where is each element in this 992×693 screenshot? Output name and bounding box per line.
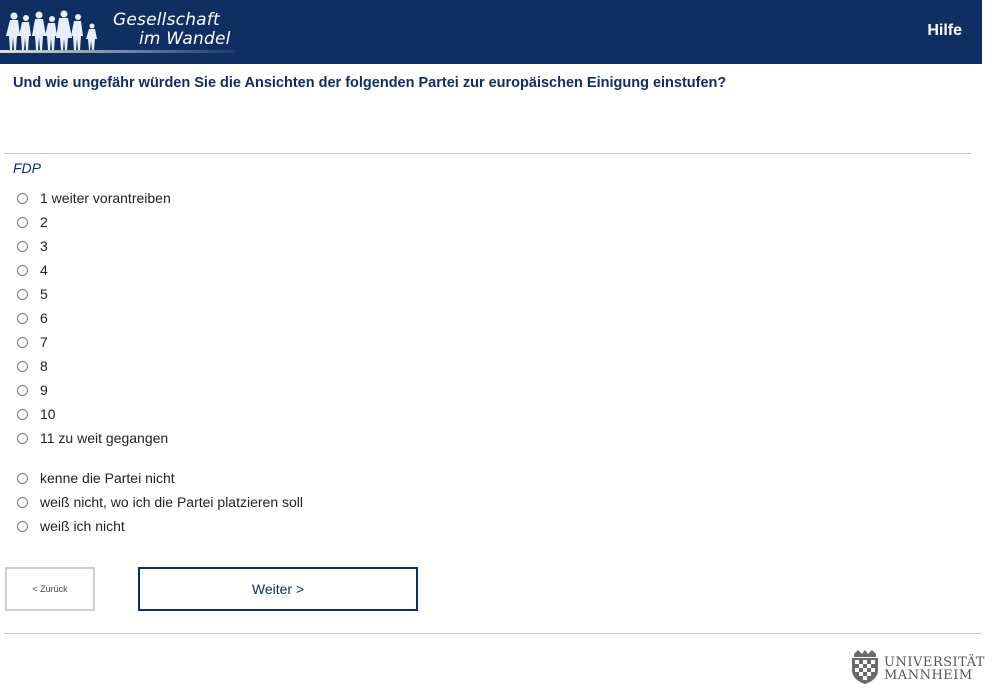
option-5[interactable]: 5	[17, 284, 48, 304]
option-9[interactable]: 9	[17, 380, 48, 400]
radio-button[interactable]	[17, 240, 28, 252]
gesellschaft-im-wandel-logo: Gesellschaft im Wandel	[0, 0, 240, 64]
option-label: kenne die Partei nicht	[40, 470, 175, 486]
option-label: weiß nicht, wo ich die Partei platzieren…	[40, 494, 304, 510]
option-label: 1 weiter vorantreiben	[40, 190, 171, 206]
next-button[interactable]: Weiter >	[138, 567, 418, 611]
radio-button[interactable]	[17, 408, 28, 420]
option-label: 6	[40, 310, 48, 326]
logo-title-line1: Gesellschaft	[113, 10, 220, 30]
option-dont-know[interactable]: weiß ich nicht	[17, 516, 125, 536]
option-6[interactable]: 6	[17, 308, 48, 328]
option-label: 11 zu weit gegangen	[40, 430, 169, 446]
option-2[interactable]: 2	[17, 212, 48, 232]
radio-button[interactable]	[17, 472, 28, 484]
option-7[interactable]: 7	[17, 332, 48, 352]
radio-button[interactable]	[17, 360, 28, 372]
option-8[interactable]: 8	[17, 356, 48, 376]
radio-button[interactable]	[17, 496, 28, 508]
option-label: 10	[40, 406, 56, 422]
footer-divider	[4, 633, 981, 634]
option-4[interactable]: 4	[17, 260, 48, 280]
radio-button[interactable]	[17, 432, 28, 444]
radio-button[interactable]	[17, 264, 28, 276]
option-cannot-place[interactable]: weiß nicht, wo ich die Partei platzieren…	[17, 492, 303, 512]
option-label: 9	[40, 382, 48, 398]
option-label: 3	[40, 238, 48, 254]
radio-button[interactable]	[17, 384, 28, 396]
radio-button[interactable]	[17, 336, 28, 348]
university-crest-icon	[852, 650, 878, 684]
university-mannheim-logo: UNIVERSITÄT MANNHEIM	[848, 648, 984, 688]
header-bar: Gesellschaft im Wandel Hilfe	[0, 0, 982, 64]
university-name-line2: MANNHEIM	[884, 668, 973, 683]
option-unknown-party[interactable]: kenne die Partei nicht	[17, 468, 175, 488]
option-3[interactable]: 3	[17, 236, 48, 256]
option-label: 7	[40, 334, 48, 350]
radio-button[interactable]	[17, 192, 28, 204]
option-10[interactable]: 10	[17, 404, 56, 424]
option-label: 2	[40, 214, 48, 230]
option-label: 5	[40, 286, 48, 302]
radio-button[interactable]	[17, 288, 28, 300]
radio-button[interactable]	[17, 520, 28, 532]
option-label: 8	[40, 358, 48, 374]
question-text: Und wie ungefähr würden Sie die Ansichte…	[13, 75, 727, 91]
party-label: FDP	[13, 160, 41, 176]
help-link[interactable]: Hilfe	[927, 22, 962, 40]
radio-button[interactable]	[17, 312, 28, 324]
option-11[interactable]: 11 zu weit gegangen	[17, 428, 168, 448]
radio-button[interactable]	[17, 216, 28, 228]
back-button[interactable]: < Zurück	[5, 567, 95, 611]
survey-page: Gesellschaft im Wandel Hilfe Und wie ung…	[0, 0, 992, 693]
option-label: 4	[40, 262, 48, 278]
divider	[4, 153, 971, 154]
logo-title-line2: im Wandel	[139, 29, 231, 49]
option-1[interactable]: 1 weiter vorantreiben	[17, 188, 171, 208]
option-label: weiß ich nicht	[40, 518, 125, 534]
